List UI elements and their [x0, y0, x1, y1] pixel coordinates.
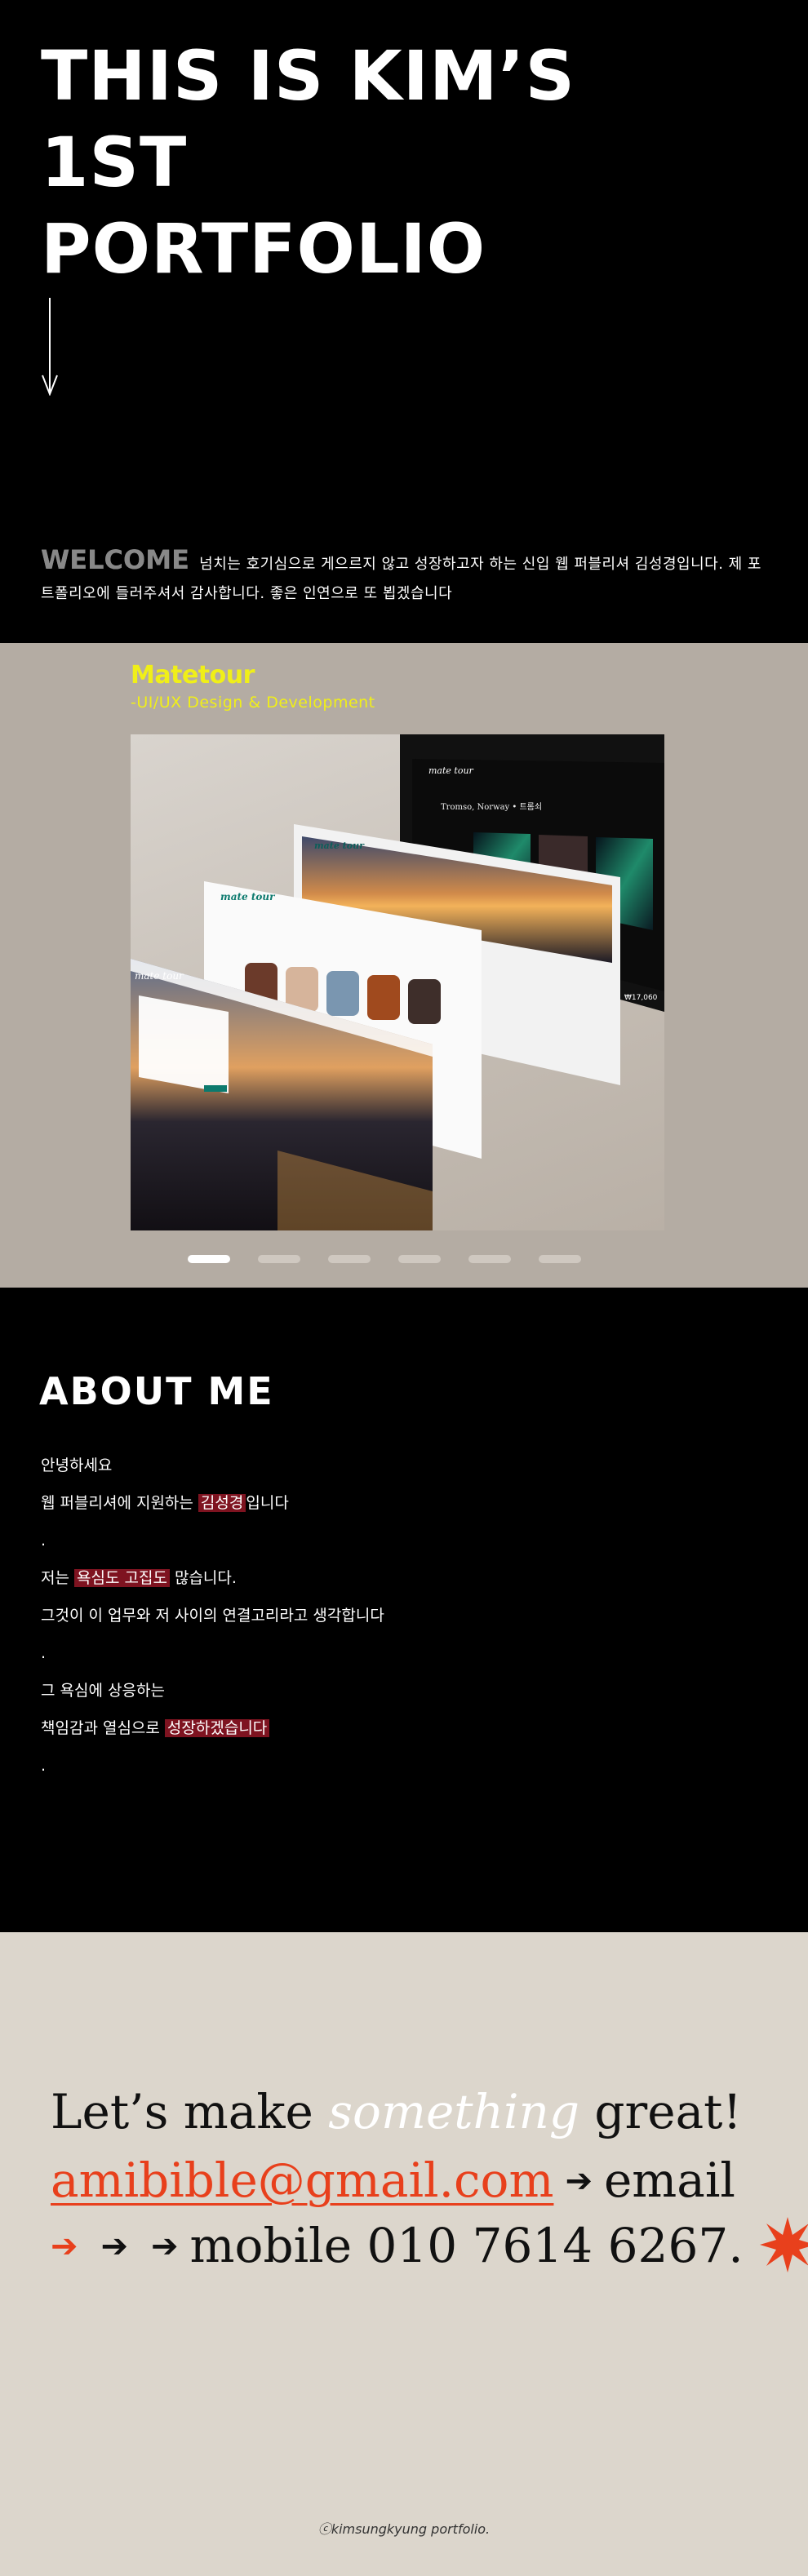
about-line: . — [41, 1757, 47, 1775]
slider-dot[interactable] — [328, 1255, 371, 1263]
about-line: . — [41, 1644, 47, 1662]
arrow-right-icon: ➔ — [151, 2227, 179, 2265]
about-section: ABOUT ME 안녕하세요 웹 퍼블리셔에 지원하는 김성경 입니다 . 저는 … — [0, 1288, 808, 1932]
project-mockup-image[interactable]: mate tour Tromso, Norway • 트롬쇠 ₩17,060 m… — [131, 734, 664, 1230]
about-title: ABOUT ME — [39, 1369, 274, 1413]
mockup-price-text: ₩17,060 — [624, 994, 658, 1002]
welcome-paragraph: WELCOME 넘치는 호기심으로 게으르지 않고 성장하고자 하는 신입 웹 … — [41, 545, 775, 609]
svg-text:mate tour: mate tour — [135, 970, 184, 982]
project-slider: Matetour -UI/UX Design & Development mat… — [0, 643, 808, 1288]
mobile-label: mobile 010 7614 6267. — [189, 2218, 744, 2273]
svg-text:mate tour: mate tour — [220, 891, 276, 902]
slider-pagination — [188, 1255, 581, 1263]
email-link[interactable]: amibible@gmail.com — [51, 2153, 553, 2208]
arrow-right-icon: ➔ — [51, 2227, 78, 2265]
about-text-part: 저는 — [41, 1569, 74, 1587]
hero-section: THIS IS KIM’S 1ST PORTFOLIO WELCOME 넘치는 … — [0, 0, 808, 643]
slider-dot[interactable] — [258, 1255, 300, 1263]
mockup-illustration: mate tour Tromso, Norway • 트롬쇠 ₩17,060 m… — [131, 734, 664, 1230]
about-line: 안녕하세요 — [41, 1456, 113, 1474]
contact-headline: Let’s make something great! — [51, 2082, 742, 2141]
mockup-heading-text: Tromso, Norway • 트롬쇠 — [441, 802, 542, 812]
starburst-icon — [760, 2216, 808, 2272]
svg-text:mate tour: mate tour — [314, 840, 365, 851]
arrow-right-icon: ➔ — [565, 2161, 593, 2200]
about-line: 저는 욕심도 고집도 많습니다. — [41, 1559, 384, 1597]
about-text-part: 책임감과 열심으로 — [41, 1719, 165, 1737]
arrow-right-icon: ➔ — [100, 2227, 129, 2265]
contact-email-row: amibible@gmail.com ➔ email — [51, 2151, 735, 2214]
slider-dot[interactable] — [468, 1255, 511, 1263]
headline-emphasis: something — [328, 2084, 579, 2139]
highlight-grow: 성장하겠습니다 — [164, 1719, 270, 1737]
about-text: 안녕하세요 웹 퍼블리셔에 지원하는 김성경 입니다 . 저는 욕심도 고집도 많… — [41, 1447, 384, 1785]
highlight-name: 김성경 — [198, 1494, 246, 1512]
slider-dot[interactable] — [188, 1255, 230, 1263]
project-subtitle: -UI/UX Design & Development — [131, 694, 375, 712]
about-line: 그 욕심에 상응하는 — [41, 1682, 165, 1700]
about-line: 그것이 이 업무와 저 사이의 연결고리라고 생각합니다 — [41, 1607, 384, 1625]
about-text-part: 웹 퍼블리셔에 지원하는 — [41, 1494, 198, 1512]
about-line: 웹 퍼블리셔에 지원하는 김성경 입니다 — [41, 1484, 384, 1522]
slider-dot[interactable] — [539, 1255, 581, 1263]
email-label: email — [603, 2153, 735, 2208]
welcome-word: WELCOME — [41, 544, 189, 575]
about-line: . — [41, 1532, 47, 1550]
about-text-part: 많습니다. — [169, 1569, 237, 1587]
mockup-brand-text: mate tour — [428, 765, 474, 776]
contact-section: Let’s make something great! amibible@gma… — [0, 1932, 808, 2576]
arrow-down-icon — [42, 298, 58, 396]
hero-title: THIS IS KIM’S 1ST PORTFOLIO — [41, 36, 575, 289]
headline-part: Let’s make — [51, 2084, 329, 2139]
slider-dot[interactable] — [398, 1255, 441, 1263]
headline-part: great! — [579, 2084, 742, 2139]
footer-copyright: ⓒkimsungkyung portfolio. — [317, 2521, 491, 2537]
project-title: Matetour — [131, 661, 255, 689]
contact-mobile-row: ➔ ➔ ➔ mobile 010 7614 6267. — [51, 2216, 808, 2279]
highlight-ambition: 욕심도 고집도 — [74, 1569, 170, 1587]
about-text-part: 입니다 — [246, 1494, 289, 1512]
about-line: 책임감과 열심으로 성장하겠습니다 — [41, 1709, 384, 1747]
